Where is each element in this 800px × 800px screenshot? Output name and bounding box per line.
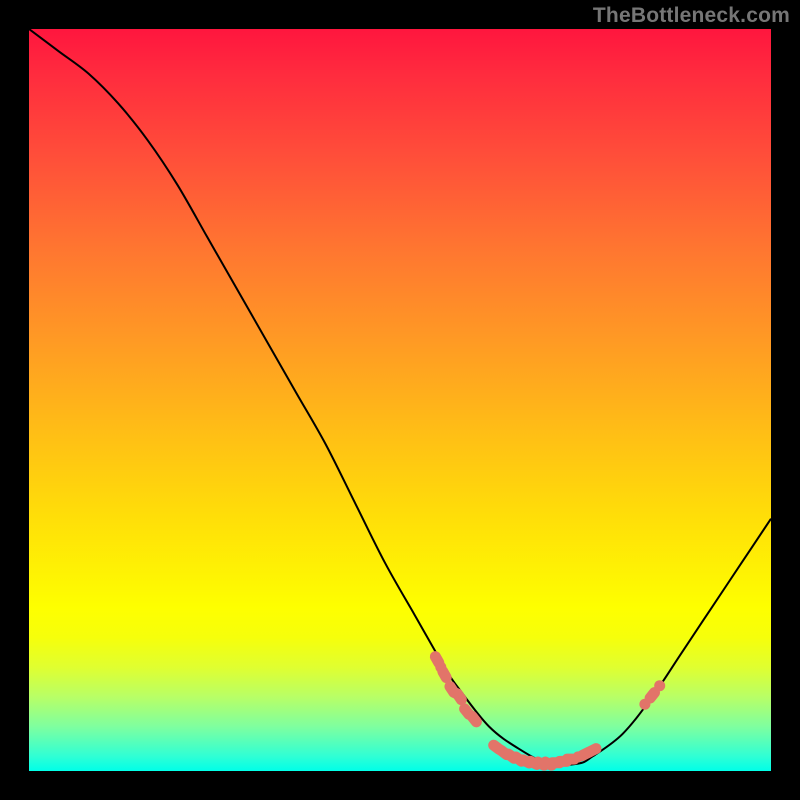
chart-container: TheBottleneck.com — [0, 0, 800, 800]
curve-layer — [29, 29, 771, 771]
bottleneck-curve — [29, 29, 771, 765]
marker-dot — [435, 662, 446, 673]
plot-area — [29, 29, 771, 771]
marker-dot — [573, 751, 584, 762]
attribution-text: TheBottleneck.com — [593, 4, 790, 28]
data-markers — [428, 649, 665, 771]
marker-dot — [450, 688, 461, 699]
